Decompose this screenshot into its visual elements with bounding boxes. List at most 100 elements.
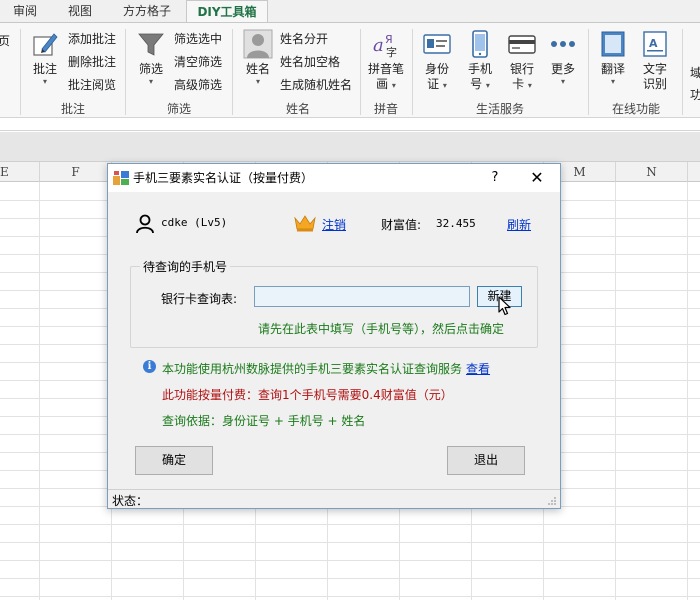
- exit-button[interactable]: 退出: [447, 446, 525, 475]
- tab-fangfang[interactable]: 方方格子: [112, 0, 182, 22]
- help-button[interactable]: ?: [486, 164, 504, 192]
- svg-text:字: 字: [386, 45, 397, 59]
- svg-text:a: a: [373, 35, 384, 56]
- user-icon: [136, 214, 154, 234]
- status-label: 状态：: [112, 494, 149, 508]
- dialog-title-bar[interactable]: 手机三要素实名认证（按量付费） ? ✕: [108, 164, 560, 192]
- pinyin-strokes-button[interactable]: a Я 字 拼音笔 画 ▾: [364, 29, 408, 92]
- dialog-title: 手机三要素实名认证（按量付费）: [133, 171, 314, 185]
- comment-pen-icon: [33, 33, 58, 56]
- svg-text:Я: Я: [385, 33, 393, 46]
- translate-label: 翻译: [600, 62, 625, 76]
- chevron-down-icon: ▾: [391, 81, 396, 90]
- split-name-button[interactable]: 姓名分开: [280, 29, 328, 49]
- ribbon-partial-left[interactable]: 页: [0, 31, 10, 51]
- chevron-down-icon: ▾: [148, 77, 153, 86]
- name-big-label: 姓名: [245, 62, 270, 76]
- person-silhouette-icon: [243, 29, 273, 59]
- delete-comment-button[interactable]: 删除批注: [68, 52, 116, 72]
- user-name: cdke (Lv5): [161, 216, 228, 229]
- column-header[interactable]: F: [40, 162, 112, 182]
- random-name-button[interactable]: 生成随机姓名: [280, 75, 352, 95]
- clear-filter-button[interactable]: 清空筛选: [174, 52, 222, 72]
- ocr-label-1: 文字: [642, 62, 667, 76]
- app-icon: [113, 171, 129, 185]
- group-label-life-services: 生活服务: [475, 102, 524, 116]
- tab-view[interactable]: 视图: [55, 0, 105, 22]
- bank-card-label-2: 卡: [512, 77, 525, 91]
- resize-grip-icon[interactable]: [547, 496, 557, 506]
- comment-big-button[interactable]: 批注 ▾: [26, 29, 64, 86]
- bank-card-button[interactable]: 银行 卡 ▾: [503, 29, 541, 92]
- name-add-space-button[interactable]: 姓名加空格: [280, 52, 340, 72]
- view-link[interactable]: 查看: [466, 362, 490, 376]
- basis-text: 查询依据：身份证号 + 手机号 + 姓名: [162, 414, 366, 428]
- logout-link[interactable]: 注销: [322, 216, 346, 233]
- grid-row-line: [0, 578, 700, 579]
- confirm-button[interactable]: 确定: [135, 446, 213, 475]
- column-header[interactable]: N: [616, 162, 688, 182]
- grid-row-line: [0, 596, 700, 597]
- ribbon-partial-right-1[interactable]: 域: [690, 63, 700, 83]
- chevron-down-icon: ▾: [610, 77, 615, 86]
- id-card-icon: [423, 34, 451, 54]
- sheet-toolbar-strip: [0, 132, 700, 162]
- column-header-partial: [688, 162, 700, 182]
- chevron-down-icon: ▾: [442, 81, 447, 90]
- bank-query-input[interactable]: [254, 286, 470, 307]
- tab-review[interactable]: 审阅: [5, 0, 45, 22]
- fee-text: 此功能按量付费：查询1个手机号需要0.4财富值（元）: [162, 388, 453, 402]
- crown-icon: [294, 215, 316, 232]
- grid-column-line: [615, 182, 616, 600]
- chevron-down-icon: ▾: [485, 81, 490, 90]
- pinyin-icon: a Я 字: [373, 33, 397, 59]
- translate-button[interactable]: 翻译 ▾: [594, 29, 632, 86]
- chevron-down-icon: ▾: [527, 81, 532, 90]
- more-label: 更多: [550, 62, 575, 76]
- info-text: 本功能使用杭州数脉提供的手机三要素实名认证查询服务 查看: [162, 360, 490, 377]
- chevron-down-icon: ▾: [255, 77, 260, 86]
- ribbon-partial-right-2[interactable]: 功: [690, 85, 700, 105]
- group-label-online: 在线功能: [611, 102, 660, 116]
- grid-column-line: [687, 182, 688, 600]
- info-icon: i: [143, 360, 156, 373]
- info-description: 本功能使用杭州数脉提供的手机三要素实名认证查询服务: [162, 362, 463, 376]
- phone-verification-dialog: 手机三要素实名认证（按量付费） ? ✕ cdke (Lv5) 注销 财富值: 3…: [107, 163, 561, 509]
- close-button[interactable]: ✕: [526, 164, 548, 192]
- ocr-button[interactable]: A 文字 识别: [636, 29, 674, 92]
- grid-column-line: [39, 182, 40, 600]
- formula-bar[interactable]: [0, 119, 700, 131]
- wealth-value: 32.455: [436, 217, 476, 230]
- pinyin-label-2: 画: [376, 77, 389, 91]
- mobile-number-button[interactable]: 手机 号 ▾: [461, 29, 499, 92]
- mouse-cursor-icon: [498, 296, 511, 316]
- wealth-label: 财富值:: [381, 218, 422, 232]
- refresh-link[interactable]: 刷新: [507, 216, 531, 233]
- add-comment-button[interactable]: 添加批注: [68, 29, 116, 49]
- group-label-filter: 筛选: [166, 102, 191, 116]
- more-button[interactable]: 更多 ▾: [544, 29, 582, 86]
- name-big-button[interactable]: 姓名 ▾: [239, 29, 277, 86]
- advanced-filter-button[interactable]: 高级筛选: [174, 75, 222, 95]
- grid-row-line: [0, 542, 700, 543]
- id-card-button[interactable]: 身份 证 ▾: [418, 29, 456, 92]
- input-hint: 请先在此表中填写（手机号等），然后点击确定: [258, 322, 505, 336]
- column-header[interactable]: E: [0, 162, 40, 182]
- group-label-comment: 批注: [60, 102, 85, 116]
- ocr-label-2: 识别: [642, 77, 667, 91]
- ribbon-tab-bar: 审阅 视图 方方格子 DIY工具箱: [0, 0, 700, 22]
- pinyin-label-1: 拼音笔: [367, 62, 404, 76]
- view-comments-button[interactable]: 批注阅览: [68, 75, 116, 95]
- filter-big-button[interactable]: 筛选 ▾: [132, 29, 170, 86]
- filter-big-label: 筛选: [138, 62, 163, 76]
- bank-card-icon: [508, 35, 536, 54]
- group-label-name: 姓名: [285, 102, 310, 116]
- tab-diy-toolbox[interactable]: DIY工具箱: [186, 0, 268, 22]
- status-bar: 状态：: [108, 489, 560, 508]
- grid-row-line: [0, 524, 700, 525]
- filter-selected-button[interactable]: 筛选选中: [174, 29, 222, 49]
- chevron-down-icon: ▾: [560, 77, 565, 86]
- svg-text:A: A: [649, 37, 658, 50]
- chevron-down-icon: ▾: [42, 77, 47, 86]
- id-card-label-1: 身份: [424, 62, 449, 76]
